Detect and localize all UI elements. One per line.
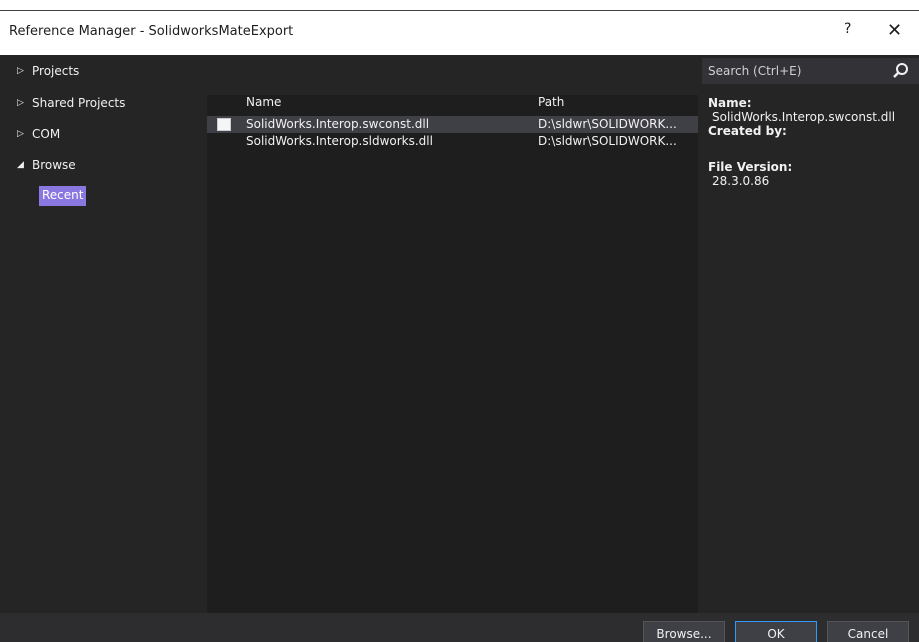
tree-item-com[interactable]: ▷ COM: [17, 124, 60, 144]
list-row[interactable]: SolidWorks.Interop.swconst.dll D:\sldwr\…: [207, 116, 698, 133]
tree-item-label: COM: [32, 127, 61, 141]
title-bar: Reference Manager - SolidworksMateExport…: [0, 11, 919, 55]
browse-button[interactable]: Browse...: [643, 621, 725, 642]
row-name: SolidWorks.Interop.swconst.dll: [246, 117, 430, 131]
reference-manager-window: Reference Manager - SolidworksMateExport…: [0, 10, 919, 642]
tree-item-label: Shared Projects: [32, 96, 126, 110]
details-panel: Name: SolidWorks.Interop.swconst.dll Cre…: [708, 96, 895, 188]
tree-item-shared-projects[interactable]: ▷ Shared Projects: [17, 93, 125, 113]
search-icon[interactable]: [892, 62, 910, 80]
file-version-label: File Version:: [708, 160, 793, 174]
row-name: SolidWorks.Interop.sldworks.dll: [246, 134, 433, 148]
list-row[interactable]: SolidWorks.Interop.sldworks.dll D:\sldwr…: [207, 133, 698, 150]
tree-item-projects[interactable]: ▷ Projects: [17, 61, 79, 81]
cancel-button[interactable]: Cancel: [827, 621, 909, 642]
search-box[interactable]: Search (Ctrl+E): [702, 58, 919, 84]
help-button[interactable]: ?: [844, 21, 851, 37]
tree-item-label: Projects: [32, 64, 80, 78]
category-tree: ▷ Projects ▷ Shared Projects ▷ COM ◢ Bro…: [0, 55, 207, 613]
list-header: [207, 55, 698, 95]
row-path: D:\sldwr\SOLIDWORK...: [538, 117, 677, 131]
close-button[interactable]: ✕: [887, 20, 902, 41]
tree-item-browse[interactable]: ◢ Browse: [17, 155, 76, 175]
tree-item-label: Browse: [32, 158, 76, 172]
column-header-name[interactable]: Name: [246, 95, 281, 109]
created-by-label: Created by:: [708, 124, 787, 138]
name-label: Name:: [708, 96, 752, 110]
column-header-path[interactable]: Path: [538, 95, 564, 109]
name-value: SolidWorks.Interop.swconst.dll: [712, 110, 896, 124]
expand-arrow-icon: ▷: [17, 129, 24, 139]
search-input[interactable]: Search (Ctrl+E): [708, 64, 801, 78]
file-version-value: 28.3.0.86: [712, 174, 770, 188]
expand-arrow-icon: ▷: [17, 98, 24, 108]
ok-button[interactable]: OK: [735, 621, 817, 642]
include-checkbox[interactable]: [217, 118, 231, 131]
tree-item-recent[interactable]: Recent: [39, 186, 87, 206]
row-path: D:\sldwr\SOLIDWORK...: [538, 134, 677, 148]
expand-arrow-icon: ▷: [17, 66, 24, 76]
window-title: Reference Manager - SolidworksMateExport: [9, 24, 294, 39]
collapse-arrow-icon: ◢: [17, 160, 24, 170]
